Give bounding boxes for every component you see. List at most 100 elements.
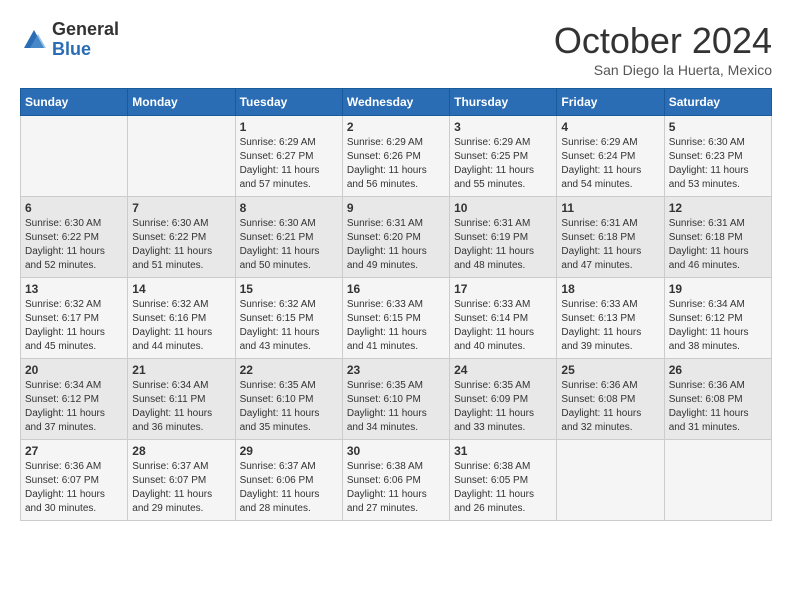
day-number: 1 (240, 120, 338, 134)
day-info: Sunrise: 6:32 AM Sunset: 6:15 PM Dayligh… (240, 298, 338, 354)
day-number: 17 (454, 282, 552, 296)
day-info: Sunrise: 6:31 AM Sunset: 6:18 PM Dayligh… (561, 217, 659, 273)
header-day-saturday: Saturday (664, 89, 771, 116)
calendar-week-1: 1 Sunrise: 6:29 AM Sunset: 6:27 PM Daylig… (21, 116, 772, 197)
day-info: Sunrise: 6:30 AM Sunset: 6:23 PM Dayligh… (669, 136, 767, 192)
calendar-table: SundayMondayTuesdayWednesdayThursdayFrid… (20, 88, 772, 521)
day-info: Sunrise: 6:29 AM Sunset: 6:27 PM Dayligh… (240, 136, 338, 192)
logo: General Blue (20, 20, 119, 60)
day-info: Sunrise: 6:34 AM Sunset: 6:11 PM Dayligh… (132, 379, 230, 435)
calendar-cell (664, 440, 771, 521)
day-number: 8 (240, 201, 338, 215)
day-info: Sunrise: 6:35 AM Sunset: 6:10 PM Dayligh… (347, 379, 445, 435)
day-info: Sunrise: 6:34 AM Sunset: 6:12 PM Dayligh… (669, 298, 767, 354)
calendar-cell: 29Sunrise: 6:37 AM Sunset: 6:06 PM Dayli… (235, 440, 342, 521)
day-number: 18 (561, 282, 659, 296)
calendar-cell: 16 Sunrise: 6:33 AM Sunset: 6:15 PM Dayli… (342, 278, 449, 359)
day-number: 26 (669, 363, 767, 377)
calendar-cell: 31 Sunrise: 6:38 AM Sunset: 6:05 PM Dayli… (450, 440, 557, 521)
calendar-cell: 2Sunrise: 6:29 AM Sunset: 6:26 PM Daylig… (342, 116, 449, 197)
calendar-cell: 12Sunrise: 6:31 AM Sunset: 6:18 PM Dayli… (664, 197, 771, 278)
header-day-monday: Monday (128, 89, 235, 116)
day-info: Sunrise: 6:37 AM Sunset: 6:07 PM Dayligh… (132, 460, 230, 516)
day-info: Sunrise: 6:32 AM Sunset: 6:16 PM Dayligh… (132, 298, 230, 354)
calendar-cell (21, 116, 128, 197)
calendar-cell (557, 440, 664, 521)
day-number: 5 (669, 120, 767, 134)
day-number: 21 (132, 363, 230, 377)
day-info: Sunrise: 6:33 AM Sunset: 6:14 PM Dayligh… (454, 298, 552, 354)
calendar-cell: 19 Sunrise: 6:34 AM Sunset: 6:12 PM Dayli… (664, 278, 771, 359)
title-area: October 2024 San Diego la Huerta, Mexico (554, 20, 772, 78)
day-number: 28 (132, 444, 230, 458)
calendar-week-4: 20Sunrise: 6:34 AM Sunset: 6:12 PM Dayli… (21, 359, 772, 440)
day-number: 10 (454, 201, 552, 215)
calendar-cell: 13 Sunrise: 6:32 AM Sunset: 6:17 PM Dayli… (21, 278, 128, 359)
day-number: 6 (25, 201, 123, 215)
month-title: October 2024 (554, 20, 772, 62)
calendar-body: 1 Sunrise: 6:29 AM Sunset: 6:27 PM Daylig… (21, 116, 772, 521)
day-number: 27 (25, 444, 123, 458)
day-number: 15 (240, 282, 338, 296)
day-number: 11 (561, 201, 659, 215)
day-number: 31 (454, 444, 552, 458)
day-number: 25 (561, 363, 659, 377)
calendar-cell: 23 Sunrise: 6:35 AM Sunset: 6:10 PM Dayli… (342, 359, 449, 440)
day-info: Sunrise: 6:29 AM Sunset: 6:26 PM Dayligh… (347, 136, 445, 192)
day-number: 4 (561, 120, 659, 134)
day-number: 3 (454, 120, 552, 134)
calendar-cell: 11 Sunrise: 6:31 AM Sunset: 6:18 PM Dayli… (557, 197, 664, 278)
day-info: Sunrise: 6:29 AM Sunset: 6:25 PM Dayligh… (454, 136, 552, 192)
day-info: Sunrise: 6:30 AM Sunset: 6:21 PM Dayligh… (240, 217, 338, 273)
day-number: 30 (347, 444, 445, 458)
day-info: Sunrise: 6:30 AM Sunset: 6:22 PM Dayligh… (132, 217, 230, 273)
calendar-cell (128, 116, 235, 197)
calendar-week-3: 13 Sunrise: 6:32 AM Sunset: 6:17 PM Dayli… (21, 278, 772, 359)
calendar-cell: 24Sunrise: 6:35 AM Sunset: 6:09 PM Dayli… (450, 359, 557, 440)
header-day-tuesday: Tuesday (235, 89, 342, 116)
calendar-cell: 21 Sunrise: 6:34 AM Sunset: 6:11 PM Dayli… (128, 359, 235, 440)
day-info: Sunrise: 6:36 AM Sunset: 6:07 PM Dayligh… (25, 460, 123, 516)
day-number: 23 (347, 363, 445, 377)
day-number: 19 (669, 282, 767, 296)
header-day-sunday: Sunday (21, 89, 128, 116)
calendar-cell: 9Sunrise: 6:31 AM Sunset: 6:20 PM Daylig… (342, 197, 449, 278)
calendar-header: SundayMondayTuesdayWednesdayThursdayFrid… (21, 89, 772, 116)
calendar-cell: 25Sunrise: 6:36 AM Sunset: 6:08 PM Dayli… (557, 359, 664, 440)
day-number: 16 (347, 282, 445, 296)
location: San Diego la Huerta, Mexico (554, 62, 772, 78)
day-info: Sunrise: 6:32 AM Sunset: 6:17 PM Dayligh… (25, 298, 123, 354)
day-info: Sunrise: 6:31 AM Sunset: 6:19 PM Dayligh… (454, 217, 552, 273)
calendar-week-2: 6 Sunrise: 6:30 AM Sunset: 6:22 PM Daylig… (21, 197, 772, 278)
day-number: 13 (25, 282, 123, 296)
header-day-wednesday: Wednesday (342, 89, 449, 116)
day-number: 20 (25, 363, 123, 377)
calendar-cell: 27 Sunrise: 6:36 AM Sunset: 6:07 PM Dayli… (21, 440, 128, 521)
calendar-cell: 1 Sunrise: 6:29 AM Sunset: 6:27 PM Daylig… (235, 116, 342, 197)
calendar-cell: 15 Sunrise: 6:32 AM Sunset: 6:15 PM Dayli… (235, 278, 342, 359)
logo-icon (20, 26, 48, 54)
header-day-friday: Friday (557, 89, 664, 116)
day-number: 7 (132, 201, 230, 215)
logo-blue: Blue (52, 40, 119, 60)
calendar-cell: 5 Sunrise: 6:30 AM Sunset: 6:23 PM Daylig… (664, 116, 771, 197)
day-info: Sunrise: 6:33 AM Sunset: 6:15 PM Dayligh… (347, 298, 445, 354)
day-number: 14 (132, 282, 230, 296)
calendar-cell: 14 Sunrise: 6:32 AM Sunset: 6:16 PM Dayli… (128, 278, 235, 359)
day-info: Sunrise: 6:31 AM Sunset: 6:18 PM Dayligh… (669, 217, 767, 273)
day-info: Sunrise: 6:38 AM Sunset: 6:06 PM Dayligh… (347, 460, 445, 516)
calendar-cell: 30 Sunrise: 6:38 AM Sunset: 6:06 PM Dayli… (342, 440, 449, 521)
logo-general: General (52, 20, 119, 40)
calendar-cell: 26Sunrise: 6:36 AM Sunset: 6:08 PM Dayli… (664, 359, 771, 440)
calendar-cell: 7 Sunrise: 6:30 AM Sunset: 6:22 PM Daylig… (128, 197, 235, 278)
page-header: General Blue October 2024 San Diego la H… (20, 20, 772, 78)
day-info: Sunrise: 6:29 AM Sunset: 6:24 PM Dayligh… (561, 136, 659, 192)
calendar-cell: 28 Sunrise: 6:37 AM Sunset: 6:07 PM Dayli… (128, 440, 235, 521)
calendar-cell: 3 Sunrise: 6:29 AM Sunset: 6:25 PM Daylig… (450, 116, 557, 197)
logo-text: General Blue (52, 20, 119, 60)
day-info: Sunrise: 6:38 AM Sunset: 6:05 PM Dayligh… (454, 460, 552, 516)
calendar-cell: 22Sunrise: 6:35 AM Sunset: 6:10 PM Dayli… (235, 359, 342, 440)
header-row: SundayMondayTuesdayWednesdayThursdayFrid… (21, 89, 772, 116)
calendar-week-5: 27 Sunrise: 6:36 AM Sunset: 6:07 PM Dayli… (21, 440, 772, 521)
day-info: Sunrise: 6:35 AM Sunset: 6:09 PM Dayligh… (454, 379, 552, 435)
